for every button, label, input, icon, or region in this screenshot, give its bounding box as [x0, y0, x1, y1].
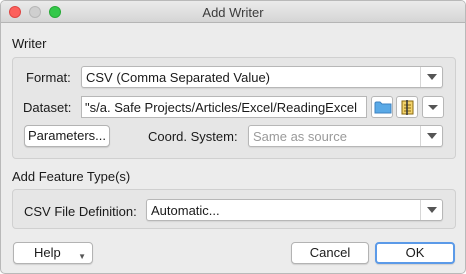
csv-definition-label: CSV File Definition:: [24, 204, 137, 219]
coord-system-select[interactable]: Same as source: [248, 125, 443, 147]
csv-definition-select[interactable]: Automatic...: [146, 199, 443, 221]
browse-folder-button[interactable]: [371, 96, 393, 118]
add-writer-dialog: Add Writer Writer Format: CSV (Comma Sep…: [0, 0, 466, 274]
writer-section-label: Writer: [12, 36, 47, 51]
cancel-button[interactable]: Cancel: [291, 242, 369, 264]
csv-definition-value: Automatic...: [151, 203, 220, 218]
chevron-down-icon: [420, 200, 442, 220]
dataset-browse-icon: [401, 100, 414, 115]
chevron-down-icon: [420, 67, 442, 87]
coord-system-label: Coord. System:: [148, 129, 238, 144]
window-title: Add Writer: [202, 5, 264, 20]
ok-button[interactable]: OK: [375, 242, 455, 264]
folder-icon: [374, 101, 392, 114]
chevron-down-icon: [428, 105, 438, 110]
dataset-input[interactable]: [81, 96, 367, 118]
help-button[interactable]: Help ▼: [13, 242, 93, 264]
dataset-options-dropdown[interactable]: [422, 96, 444, 118]
dataset-label: Dataset:: [23, 100, 72, 115]
title-bar: Add Writer: [1, 1, 465, 23]
dataset-browse-button[interactable]: [396, 96, 418, 118]
coord-system-value: Same as source: [253, 129, 347, 144]
chevron-down-icon: [420, 126, 442, 146]
help-button-label: Help: [34, 245, 61, 260]
feature-type-section-label: Add Feature Type(s): [12, 169, 131, 184]
dataset-text[interactable]: [82, 97, 366, 117]
parameters-button[interactable]: Parameters...: [24, 125, 110, 147]
chevron-down-icon: ▼: [78, 252, 86, 261]
format-select[interactable]: CSV (Comma Separated Value): [81, 66, 443, 88]
format-value: CSV (Comma Separated Value): [86, 70, 271, 85]
format-label: Format:: [26, 70, 71, 85]
